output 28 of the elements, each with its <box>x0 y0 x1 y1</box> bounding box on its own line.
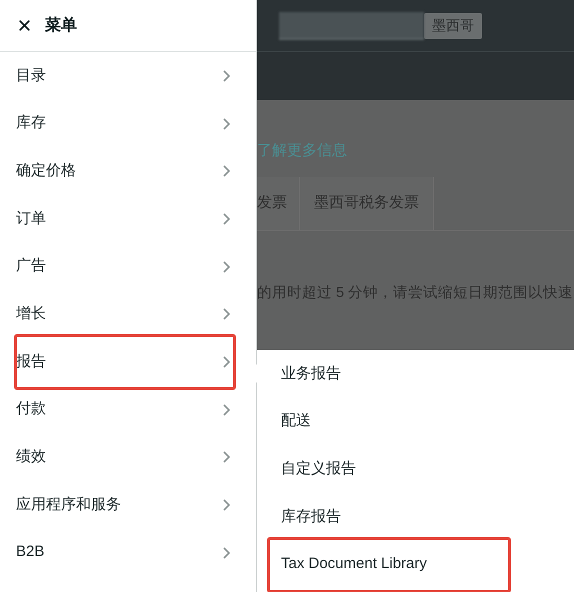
chevron-icon <box>223 212 230 225</box>
menu-title: 菜单 <box>45 16 77 36</box>
menu-item[interactable]: 库存 <box>0 100 256 148</box>
menu-item[interactable]: 应用程序和服务 <box>0 481 256 529</box>
submenu-item[interactable]: 库存报告 <box>257 493 341 541</box>
chevron-icon <box>223 451 230 464</box>
chevron-icon <box>223 356 230 368</box>
chevron-icon <box>223 165 230 178</box>
submenu-item[interactable]: 自定义报告 <box>257 445 356 494</box>
submenu-item[interactable]: 配送 <box>257 398 311 446</box>
menu-item[interactable]: 增长 <box>0 290 256 338</box>
menu-item[interactable]: 目录 <box>0 52 256 100</box>
chevron-icon <box>223 546 230 559</box>
chevron-icon <box>223 70 230 82</box>
submenu-item[interactable]: 业务报告 <box>257 350 341 398</box>
chevron-icon <box>223 499 230 512</box>
menu-item[interactable]: 广告 <box>0 242 256 290</box>
menu-item[interactable]: 确定价格 <box>0 147 256 196</box>
menu-item[interactable]: 付款 <box>0 386 256 434</box>
chevron-icon <box>223 118 230 130</box>
menu-item[interactable]: B2B <box>0 528 256 577</box>
menu-item[interactable]: 订单 <box>0 195 256 243</box>
submenu-item[interactable]: Tax Document Library <box>257 540 427 588</box>
chevron-icon <box>223 404 230 416</box>
menu-item[interactable]: 报告 <box>0 338 256 386</box>
menu-item[interactable]: 绩效 <box>0 434 256 482</box>
chevron-icon <box>223 260 230 273</box>
chevron-icon <box>223 308 230 320</box>
